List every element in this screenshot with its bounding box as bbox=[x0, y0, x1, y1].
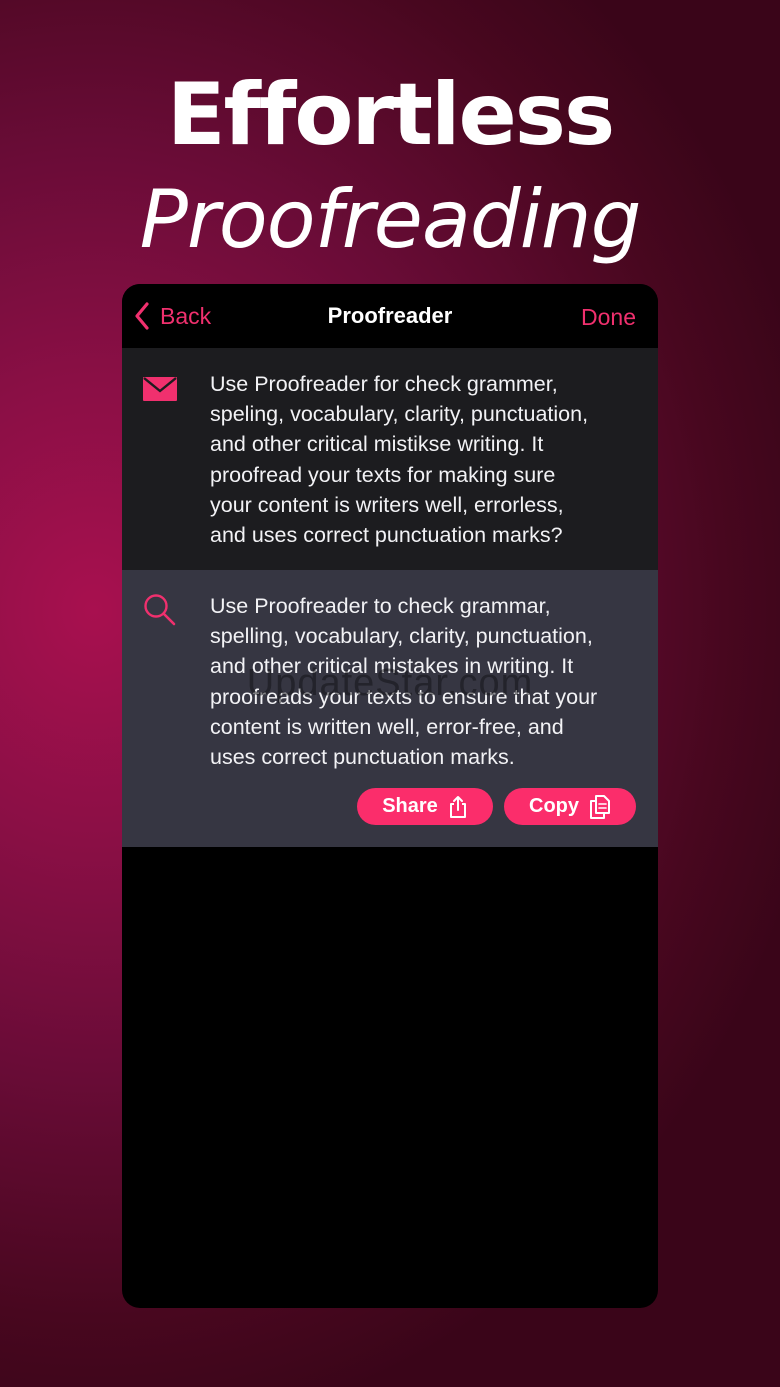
share-label: Share bbox=[382, 795, 438, 817]
share-button[interactable]: Share bbox=[357, 788, 493, 825]
copy-icon bbox=[590, 794, 610, 819]
input-text-line: Use Proofreader for check grammer, bbox=[210, 372, 558, 396]
input-text-line: and other critical mistikse writing. It bbox=[210, 432, 544, 457]
input-text-section[interactable]: Use Proofreader for check grammer, speli… bbox=[122, 348, 658, 570]
corrected-text-line: and other critical mistakes in writing. … bbox=[210, 654, 574, 679]
hero-subtitle: Proofreading bbox=[139, 173, 642, 266]
corrected-text-line: content is written well, error-free, and bbox=[210, 714, 564, 739]
corrected-text-line: Use Proofreader to check grammar, bbox=[210, 594, 551, 618]
copy-button[interactable]: Copy bbox=[504, 788, 636, 825]
input-text-line: and uses correct punctuation marks? bbox=[210, 523, 563, 548]
corrected-text: Use Proofreader to check grammar, spelli… bbox=[210, 591, 638, 772]
input-text: Use Proofreader for check grammer, speli… bbox=[210, 369, 638, 550]
corrected-text-line: spelling, vocabulary, clarity, punctuati… bbox=[210, 624, 593, 649]
corrected-text-line: uses correct punctuation marks. bbox=[210, 745, 515, 770]
input-text-line: your content is writers well, errorless, bbox=[210, 492, 564, 517]
corrected-text-section: Use Proofreader to check grammar, spelli… bbox=[122, 570, 658, 847]
hero-title: Effortless bbox=[166, 65, 615, 165]
navigation-bar: Back Proofreader Done bbox=[122, 284, 658, 348]
search-icon bbox=[144, 594, 176, 626]
hero-heading: Effortless Proofreading bbox=[0, 60, 780, 270]
copy-label: Copy bbox=[529, 795, 579, 817]
page-title: Proofreader bbox=[327, 303, 453, 328]
input-text-line: speling, vocabulary, clarity, punctuatio… bbox=[210, 402, 589, 427]
share-icon bbox=[449, 795, 466, 818]
input-text-line: proofread your texts for making sure bbox=[210, 462, 556, 487]
done-button[interactable]: Done bbox=[581, 284, 636, 348]
envelope-icon bbox=[143, 377, 177, 401]
result-actions: Share Copy bbox=[357, 788, 636, 825]
corrected-text-line: proofreads your texts to ensure that you… bbox=[210, 684, 598, 709]
app-window: Back Proofreader Done Use Proofreader fo… bbox=[122, 284, 658, 1308]
